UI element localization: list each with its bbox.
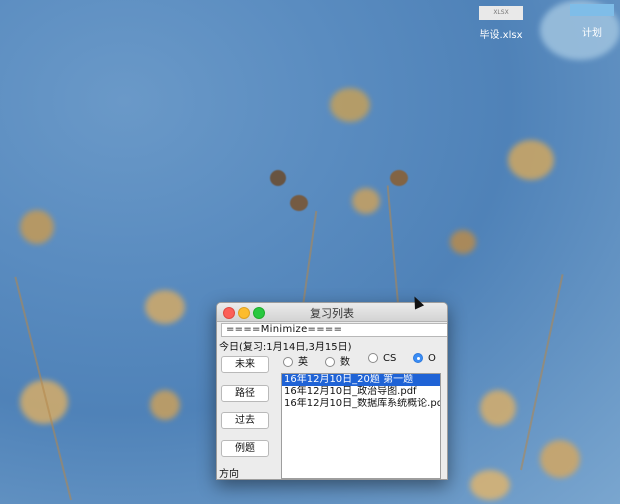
radio-math[interactable]: 数 — [325, 353, 350, 368]
folder-icon[interactable]: 计划 — [568, 4, 616, 39]
radio-label: CS — [383, 353, 397, 364]
review-list-window: 复习列表 ====Minimize==== 今日(复习:1月14日,3月15日)… — [216, 302, 448, 480]
radio-cs[interactable]: CS — [368, 353, 396, 364]
file-list[interactable]: 16年12月10日_20题 第一题 16年12月10日_政治导图.pdf 16年… — [281, 373, 441, 479]
example-button[interactable]: 例题 — [221, 440, 269, 457]
radio-indicator — [413, 353, 423, 363]
folder-thumbnail — [570, 4, 614, 16]
xlsx-file-icon[interactable]: XLSX 毕设.xlsx — [474, 6, 528, 41]
radio-indicator — [368, 353, 378, 363]
radio-indicator — [283, 357, 293, 367]
future-button[interactable]: 未来 — [221, 356, 269, 373]
folder-name: 计划 — [582, 28, 602, 39]
radio-label: 英 — [298, 357, 308, 368]
window-title: 复习列表 — [310, 307, 354, 320]
path-button[interactable]: 路径 — [221, 385, 269, 402]
list-item[interactable]: 16年12月10日_政治导图.pdf — [282, 386, 440, 398]
radio-indicator — [325, 357, 335, 367]
direction-label: 方向 — [219, 469, 239, 480]
file-name: 毕设.xlsx — [479, 30, 523, 41]
list-item[interactable]: 16年12月10日_20题 第一题 — [282, 374, 440, 386]
radio-other[interactable]: O — [413, 353, 436, 364]
today-review-text: 今日(复习:1月14日,3月15日) — [219, 342, 352, 353]
radio-english[interactable]: 英 — [283, 353, 308, 368]
radio-label: 数 — [340, 357, 350, 368]
spreadsheet-thumbnail: XLSX — [479, 6, 523, 20]
list-item[interactable]: 16年12月10日_数据库系统概论.pdf — [282, 398, 440, 410]
radio-label: O — [428, 353, 436, 364]
minimize-toggle[interactable]: ====Minimize==== — [221, 323, 447, 337]
past-button[interactable]: 过去 — [221, 412, 269, 429]
